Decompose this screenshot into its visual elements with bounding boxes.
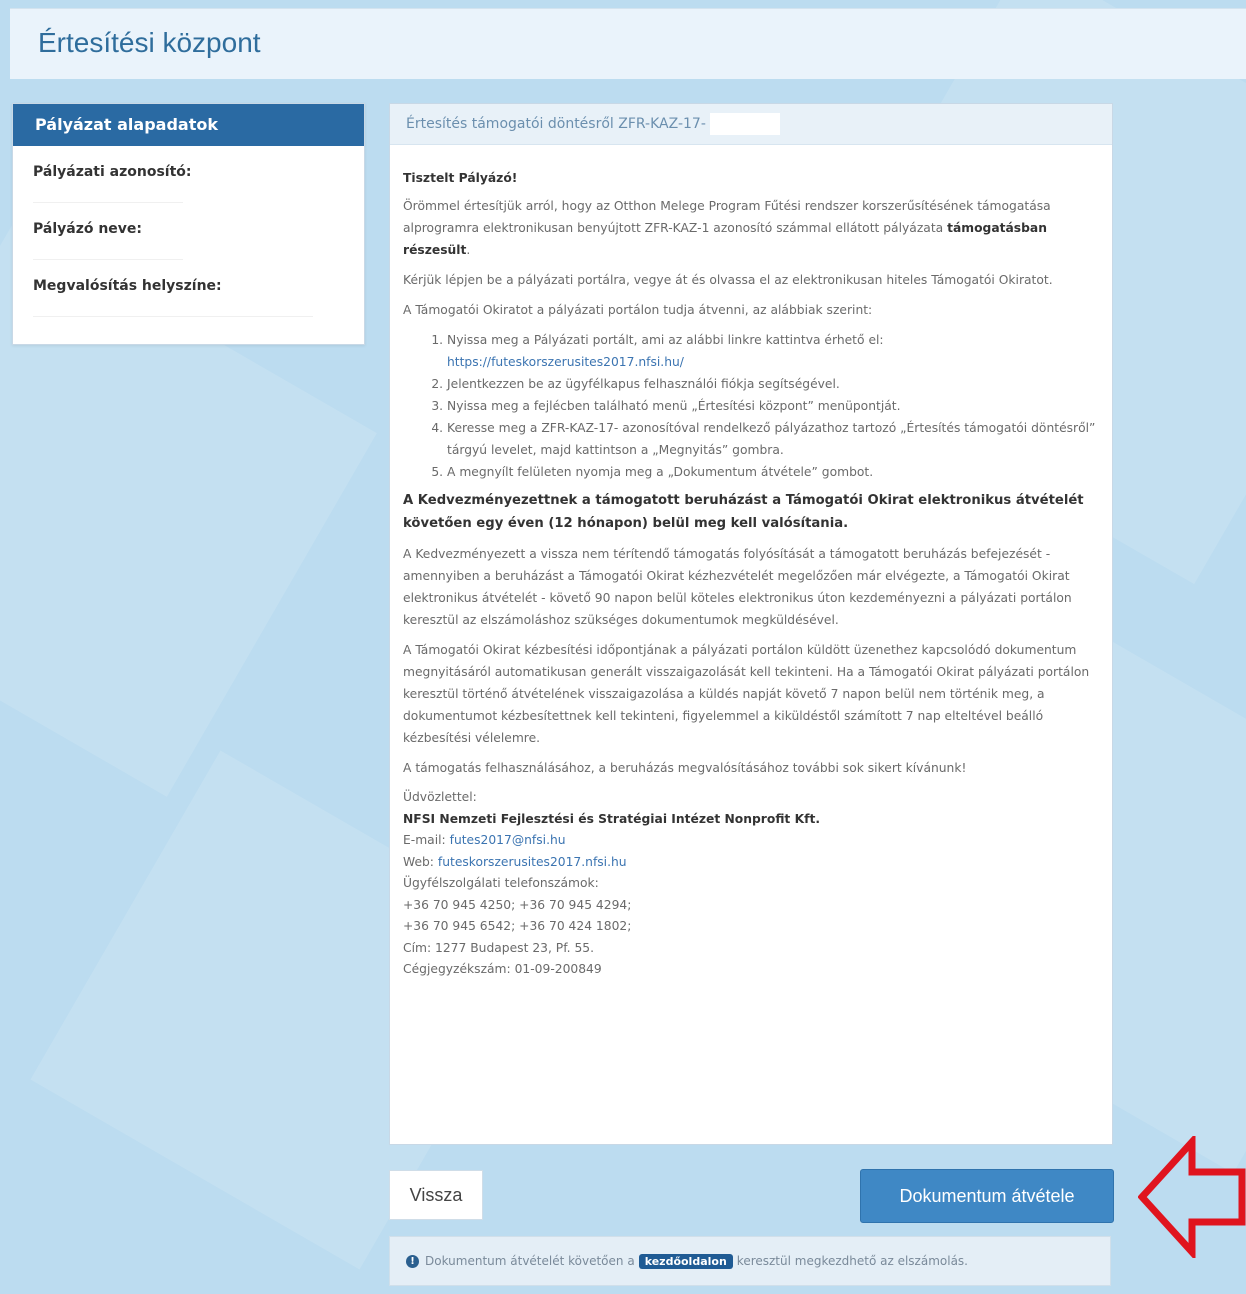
email-link[interactable]: futes2017@nfsi.hu (450, 833, 566, 847)
signature: Üdvözlettel: NFSI Nemzeti Fejlesztési és… (403, 787, 1098, 981)
web-link[interactable]: futeskorszerusites2017.nfsi.hu (438, 855, 627, 869)
list-item: Nyissa meg a fejlécben található menü „É… (447, 395, 1098, 417)
paragraph-delivery: A Támogatói Okirat kézbesítési időpontjá… (403, 643, 1090, 745)
paragraph-steps-intro: A Támogatói Okiratot a pályázati portálo… (403, 303, 873, 317)
location-label: Megvalósítás helyszíne: (33, 278, 222, 294)
steps-list: Nyissa meg a Pályázati portált, ami az a… (403, 329, 1098, 483)
list-item: Nyissa meg a Pályázati portált, ami az a… (447, 329, 1098, 373)
info-bar: ! Dokumentum átvételét követően a kezdőo… (389, 1236, 1111, 1286)
info-icon: ! (406, 1254, 419, 1268)
signature-email-line: E-mail: futes2017@nfsi.hu (403, 830, 1098, 852)
info-text-after: keresztül megkezdhető az elszámolás. (736, 1254, 968, 1268)
signature-org: NFSI Nemzeti Fejlesztési és Stratégiai I… (403, 811, 821, 826)
home-page-link[interactable]: kezdőoldalon (638, 1253, 733, 1269)
deadline-notice: A Kedvezményezettnek a támogatott beruhá… (403, 493, 1084, 531)
info-text-before: Dokumentum átvételét követően a (425, 1254, 635, 1268)
page-title: Értesítési központ (38, 27, 261, 58)
signature-web-line: Web: futeskorszerusites2017.nfsi.hu (403, 852, 1098, 874)
signature-phones-label: Ügyfélszolgálati telefonszámok: (403, 876, 599, 890)
paragraph-approval: Örömmel értesítjük arról, hogy az Otthon… (403, 195, 1098, 261)
signature-regards: Üdvözlettel: (403, 790, 477, 804)
back-button[interactable]: Vissza (389, 1170, 483, 1220)
panel-title: Pályázat alapadatok (13, 104, 364, 146)
application-id-value (33, 184, 183, 203)
message-body: Tisztelt Pályázó! Örömmel értesítjük arr… (390, 145, 1112, 981)
email-label: E-mail: (403, 833, 450, 847)
message-subject: Értesítés támogatói döntésről ZFR-KAZ-17… (390, 104, 1112, 145)
list-item: Keresse meg a ZFR-KAZ-17- azonosítóval r… (447, 417, 1098, 461)
applicant-name-value (33, 241, 183, 260)
location-value (33, 298, 313, 317)
redacted-id (709, 113, 780, 135)
message-subject-text: Értesítés támogatói döntésről ZFR-KAZ-17… (406, 116, 706, 132)
greeting: Tisztelt Pályázó! (403, 171, 518, 185)
step-1-text: Nyissa meg a Pályázati portált, ami az a… (447, 333, 884, 347)
paragraph-approval-b: azonosító számmal ellátott pályázata (709, 221, 948, 235)
accept-document-button[interactable]: Dokumentum átvétele (860, 1169, 1114, 1223)
list-item: A megnyílt felületen nyomja meg a „Dokum… (447, 461, 1098, 483)
signature-phones-1: +36 70 945 4250; +36 70 945 4294; (403, 897, 632, 912)
application-details-panel: Pályázat alapadatok Pályázati azonosító:… (12, 103, 365, 345)
portal-link[interactable]: https://futeskorszerusites2017.nfsi.hu/ (447, 355, 684, 369)
paragraph-approval-end: . (466, 243, 471, 257)
paragraph-payment: A Kedvezményezett a vissza nem térítendő… (403, 547, 1072, 627)
paragraph-wishes: A támogatás felhasználásához, a beruházá… (403, 761, 967, 775)
paragraph-login: Kérjük lépjen be a pályázati portálra, v… (403, 273, 1053, 287)
signature-phones-2: +36 70 945 6542; +36 70 424 1802; (403, 919, 632, 933)
red-arrow-icon (1138, 1136, 1246, 1258)
application-id-label: Pályázati azonosító: (33, 164, 192, 180)
signature-registration: Cégjegyzékszám: 01-09-200849 (403, 962, 602, 976)
list-item: Jelentkezzen be az ügyfélkapus felhaszná… (447, 373, 1098, 395)
signature-address: Cím: 1277 Budapest 23, Pf. 55. (403, 940, 595, 955)
message-panel: Értesítés támogatói döntésről ZFR-KAZ-17… (389, 103, 1113, 1145)
page-header: Értesítési központ (10, 8, 1246, 79)
web-label: Web: (403, 854, 438, 869)
applicant-name-label: Pályázó neve: (33, 221, 143, 237)
